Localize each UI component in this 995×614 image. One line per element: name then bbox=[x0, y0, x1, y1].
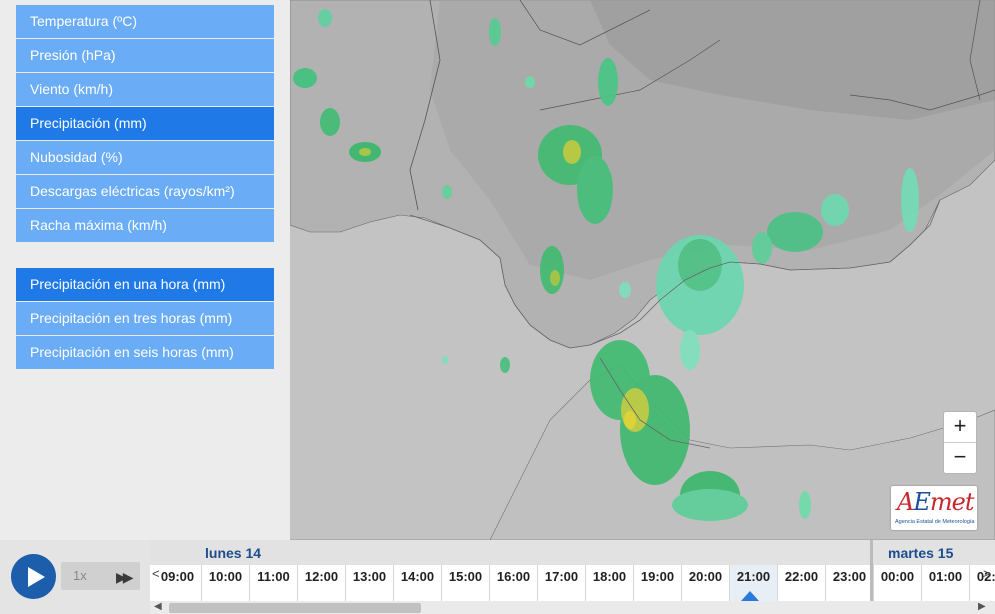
menu-item-racha[interactable]: Racha máxima (km/h) bbox=[16, 209, 274, 242]
fast-forward-icon[interactable]: ▶▶ bbox=[116, 569, 133, 586]
radar-map[interactable]: + − AEmet Agencia Estatal de Meteorologí… bbox=[290, 0, 995, 540]
timeline-scrollbar[interactable]: ◀ ▶ bbox=[150, 601, 995, 614]
day-label-martes: martes 15 bbox=[888, 545, 954, 561]
logo-wordmark: AEmet bbox=[897, 488, 974, 516]
speed-control[interactable]: 1x ▶▶ bbox=[61, 562, 140, 590]
hour-cell[interactable]: 12:00 bbox=[298, 565, 346, 601]
hour-cell[interactable]: 16:00 bbox=[490, 565, 538, 601]
menu-item-presion[interactable]: Presión (hPa) bbox=[16, 39, 274, 72]
hour-cell[interactable]: 01:00 bbox=[922, 565, 970, 601]
zoom-out-button[interactable]: − bbox=[944, 443, 976, 473]
timeline-prev-arrow[interactable]: < bbox=[152, 566, 160, 581]
zoom-in-button[interactable]: + bbox=[944, 412, 976, 443]
aemet-logo[interactable]: AEmet Agencia Estatal de Meteorología bbox=[891, 486, 977, 530]
hour-cell[interactable]: 15:00 bbox=[442, 565, 490, 601]
hour-cell[interactable]: 19:00 bbox=[634, 565, 682, 601]
menu-item-prec-3h[interactable]: Precipitación en tres horas (mm) bbox=[16, 302, 274, 335]
timeline-next-arrow[interactable]: > bbox=[983, 566, 991, 581]
scrollbar-thumb[interactable] bbox=[169, 603, 421, 613]
hour-cell[interactable]: 23:00 bbox=[826, 565, 874, 601]
play-button[interactable] bbox=[11, 554, 56, 599]
hour-cell[interactable]: 22:00 bbox=[778, 565, 826, 601]
menu-item-temperatura[interactable]: Temperatura (ºC) bbox=[16, 5, 274, 38]
day-label-lunes: lunes 14 bbox=[205, 545, 262, 561]
speed-value: 1x bbox=[73, 568, 87, 583]
map-canvas bbox=[290, 0, 995, 540]
logo-subtitle: Agencia Estatal de Meteorología bbox=[895, 519, 975, 525]
precipitation-menu: Precipitación en una hora (mm) Precipita… bbox=[16, 268, 274, 370]
hour-cell[interactable]: 11:00 bbox=[250, 565, 298, 601]
hour-cell[interactable]: 18:00 bbox=[586, 565, 634, 601]
hour-cell[interactable]: 00:00 bbox=[874, 565, 922, 601]
hour-cell[interactable]: 13:00 bbox=[346, 565, 394, 601]
player-bar: 1x ▶▶ lunes 14 martes 15 09:00 10:00 11:00… bbox=[0, 540, 995, 614]
menu-item-prec-1h[interactable]: Precipitación en una hora (mm) bbox=[16, 268, 274, 301]
hour-cell[interactable]: 10:00 bbox=[202, 565, 250, 601]
menu-item-descargas[interactable]: Descargas eléctricas (rayos/km²) bbox=[16, 175, 274, 208]
day-separator bbox=[870, 540, 873, 601]
variable-menu: Temperatura (ºC) Presión (hPa) Viento (k… bbox=[16, 5, 274, 243]
hour-strip: 09:00 10:00 11:00 12:00 13:00 14:00 15:00 16:00… bbox=[150, 565, 995, 601]
sidebar: Temperatura (ºC) Presión (hPa) Viento (k… bbox=[0, 0, 290, 540]
hour-cell[interactable]: 14:00 bbox=[394, 565, 442, 601]
menu-item-prec-6h[interactable]: Precipitación en seis horas (mm) bbox=[16, 336, 274, 369]
menu-item-viento[interactable]: Viento (km/h) bbox=[16, 73, 274, 106]
hour-cell[interactable]: 09:00 bbox=[154, 565, 202, 601]
timeline: lunes 14 martes 15 09:00 10:00 11:00 12:00 1… bbox=[150, 540, 995, 614]
day-bar: lunes 14 martes 15 bbox=[150, 540, 995, 565]
menu-item-nubosidad[interactable]: Nubosidad (%) bbox=[16, 141, 274, 174]
hour-cell[interactable]: 20:00 bbox=[682, 565, 730, 601]
scroll-right-arrow[interactable]: ▶ bbox=[978, 601, 986, 612]
menu-item-precipitacion[interactable]: Precipitación (mm) bbox=[16, 107, 274, 140]
current-time-marker bbox=[741, 591, 759, 601]
zoom-control: + − bbox=[943, 411, 977, 474]
hour-cell[interactable]: 17:00 bbox=[538, 565, 586, 601]
scroll-left-arrow[interactable]: ◀ bbox=[154, 601, 162, 612]
